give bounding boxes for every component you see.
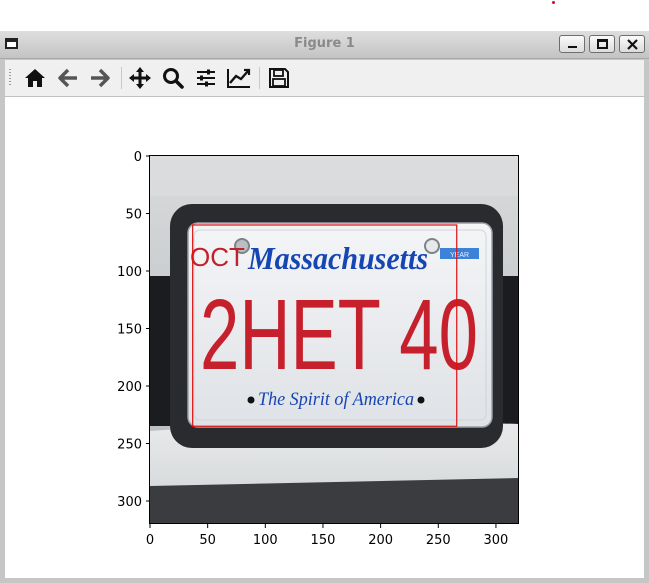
x-tick-label: 50	[199, 533, 216, 548]
y-tick-label: 250	[117, 438, 142, 453]
axes: 0 50 100 150 200 250 300 0 50 100 150 200 250 300	[117, 150, 519, 548]
x-tick-label: 150	[311, 533, 336, 548]
axes-frame	[149, 155, 519, 524]
y-tick-label: 300	[117, 495, 142, 510]
y-tick-label: 0	[134, 150, 142, 165]
x-tick-label: 250	[426, 533, 451, 548]
y-tick-label: 100	[117, 265, 142, 280]
x-tick-label: 300	[484, 533, 509, 548]
y-tick-label: 50	[125, 208, 142, 223]
detection-bounding-box	[192, 224, 458, 427]
y-tick-label: 150	[117, 323, 142, 338]
x-tick-label: 0	[146, 533, 154, 548]
x-tick-label: 100	[253, 533, 278, 548]
x-tick-label: 200	[368, 533, 393, 548]
y-tick-label: 200	[117, 380, 142, 395]
